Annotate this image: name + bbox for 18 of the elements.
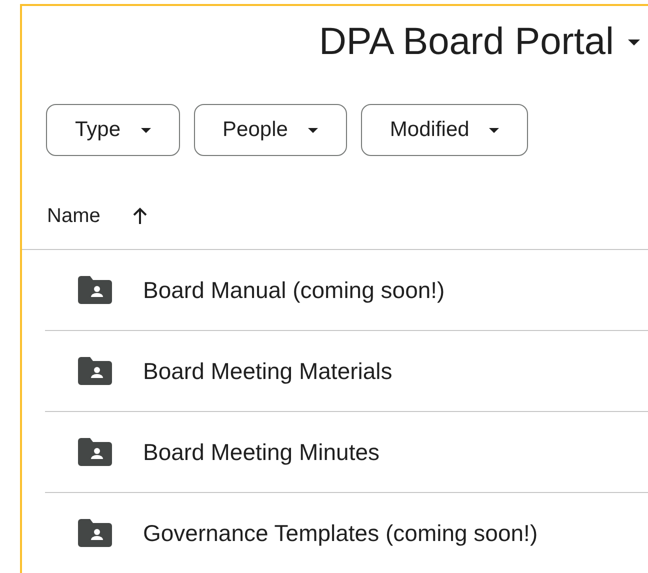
filter-chip[interactable]: People [194, 104, 347, 156]
shared-folder-icon [78, 276, 112, 304]
caret-icon [628, 38, 640, 46]
folder-name[interactable]: Governance Templates (coming soon!) [143, 516, 538, 550]
shared-folder-icon [78, 519, 112, 547]
shared-folder-icon [78, 357, 112, 385]
caret-icon [140, 128, 151, 132]
name-column-header[interactable]: Name [47, 200, 100, 230]
filter-chip[interactable]: Type [46, 104, 180, 156]
folder-name[interactable]: Board Manual (coming soon!) [143, 272, 445, 308]
arrow-up-icon[interactable] [132, 206, 148, 224]
filter-chip[interactable]: Modified [360, 104, 528, 156]
portal-title: DPA Board Portal [318, 23, 614, 61]
caret-icon [489, 128, 500, 132]
folder-name[interactable]: Board Meeting Minutes [143, 434, 380, 470]
shared-folder-icon [78, 438, 112, 466]
caret-icon [308, 128, 318, 132]
folder-name[interactable]: Board Meeting Materials [143, 354, 392, 388]
